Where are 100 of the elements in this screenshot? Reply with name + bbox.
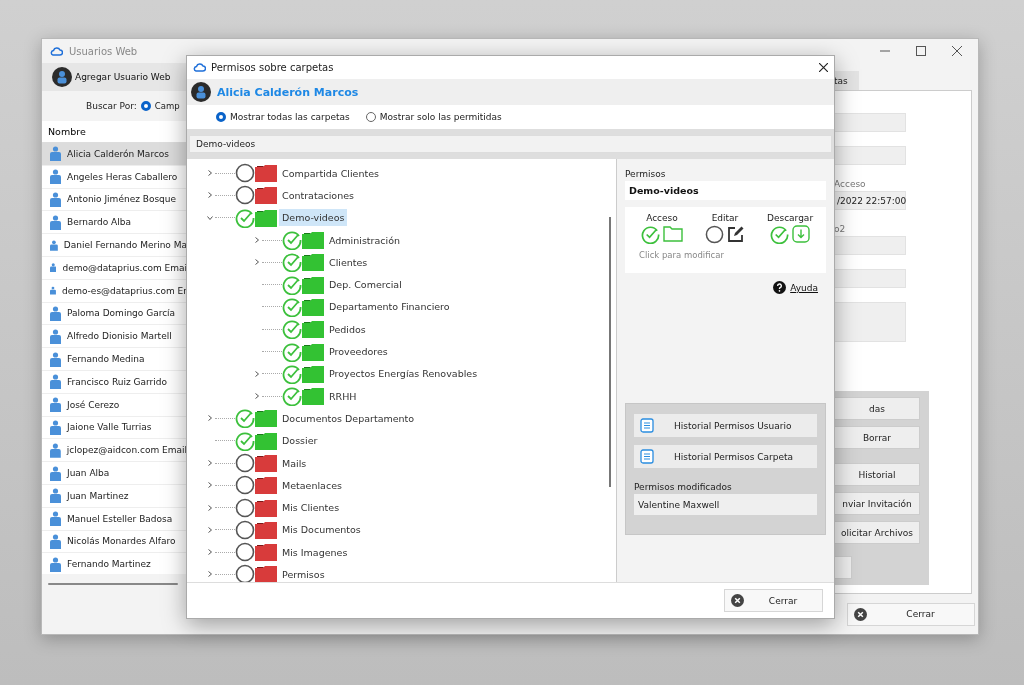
action-button[interactable]: Borrar [834, 426, 920, 449]
action-button[interactable]: nviar Invitación [834, 492, 920, 515]
check-circle-icon[interactable] [235, 408, 255, 429]
chevron-right-icon[interactable] [207, 526, 213, 533]
avatar-icon [52, 67, 72, 87]
folder-label[interactable]: Proveedores [326, 343, 391, 360]
tab[interactable]: tas [834, 71, 859, 90]
person-icon [50, 556, 61, 572]
action-button[interactable]: olicitar Archivos [834, 521, 920, 544]
path-field[interactable]: Demo-videos [189, 135, 832, 153]
chevron-right-icon[interactable] [207, 504, 213, 511]
folder-icon [255, 454, 277, 472]
chevron-down-icon[interactable] [207, 214, 213, 221]
input-field[interactable]: /2022 22:57:00 [834, 191, 906, 210]
empty-circle-icon[interactable] [235, 542, 255, 563]
maximize-icon[interactable] [916, 46, 926, 56]
person-icon [50, 146, 61, 162]
hint-text: Click para modificar [638, 250, 725, 260]
field-label: Acceso [834, 179, 867, 189]
scrollbar[interactable] [48, 583, 178, 585]
folder-label[interactable]: Administración [326, 231, 403, 249]
chevron-right-icon[interactable] [254, 393, 260, 400]
help-icon[interactable] [773, 281, 787, 294]
folder-label[interactable]: Clientes [326, 253, 371, 271]
chevron-right-icon[interactable] [254, 370, 260, 377]
input-field[interactable] [834, 113, 906, 132]
folder-label[interactable]: Departamento Financiero [326, 298, 453, 316]
action-button[interactable]: Historial [834, 463, 920, 486]
search-radio[interactable]: Camp [140, 101, 180, 111]
chevron-right-icon[interactable] [207, 482, 213, 489]
chevron-right-icon[interactable] [207, 549, 213, 556]
folder-label[interactable]: Mis Clientes [279, 499, 343, 517]
help-link[interactable]: Ayuda [790, 282, 818, 293]
chevron-right-icon[interactable] [254, 259, 260, 266]
history-button[interactable]: Historial Permisos Usuario [634, 414, 817, 437]
check-circle-icon[interactable] [641, 225, 660, 244]
chevron-right-icon[interactable] [207, 192, 213, 199]
empty-circle-icon[interactable] [235, 185, 255, 206]
check-circle-icon[interactable] [282, 252, 302, 273]
close-button[interactable]: Cerrar [847, 602, 975, 626]
check-circle-icon[interactable] [770, 225, 790, 244]
check-circle-icon[interactable] [235, 207, 255, 228]
input-field[interactable] [834, 269, 906, 288]
check-circle-icon[interactable] [235, 430, 255, 451]
filter-radio[interactable]: Mostrar solo las permitidas [365, 112, 502, 122]
person-icon [50, 442, 61, 458]
person-icon [50, 533, 61, 549]
close-button[interactable]: Cerrar [724, 589, 823, 612]
input-field[interactable]: Valentine Maxwell [634, 494, 817, 515]
check-circle-icon[interactable] [282, 319, 302, 340]
action-button[interactable]: das [834, 397, 920, 420]
folder-icon [255, 543, 277, 562]
person-icon [50, 192, 61, 207]
check-circle-icon[interactable] [282, 296, 302, 317]
check-circle-icon[interactable] [282, 230, 302, 251]
scrollbar[interactable] [609, 217, 611, 487]
empty-circle-icon[interactable] [235, 519, 255, 540]
dialog-title: Permisos sobre carpetas [211, 62, 335, 73]
chevron-right-icon[interactable] [207, 415, 213, 422]
folder-label[interactable]: Compartida Clientes [279, 164, 382, 182]
folder-label[interactable]: Mails [279, 454, 310, 472]
folder-label[interactable]: Contrataciones [279, 186, 357, 204]
folder-icon [255, 409, 277, 428]
folder-label[interactable]: Mis Documentos [279, 521, 364, 539]
folder-icon [255, 164, 277, 183]
folder-icon [302, 320, 324, 339]
folder-label[interactable]: Dossier [279, 432, 321, 450]
empty-circle-icon[interactable] [235, 475, 255, 496]
empty-circle-icon[interactable] [235, 497, 255, 518]
edit-icon [727, 225, 745, 243]
folder-label[interactable]: Proyectos Energías Renovables [326, 365, 481, 383]
folder-label[interactable]: Dep. Comercial [326, 276, 405, 294]
close-icon[interactable] [952, 46, 962, 56]
input-field[interactable] [834, 146, 906, 165]
history-button[interactable]: Historial Permisos Carpeta [634, 445, 817, 468]
folder-label[interactable]: Demo-videos [279, 209, 348, 227]
folder-label[interactable]: Mis Imagenes [279, 543, 351, 561]
check-circle-icon[interactable] [282, 274, 302, 295]
empty-circle-icon[interactable] [235, 163, 255, 184]
folder-icon [255, 186, 277, 205]
chevron-right-icon[interactable] [207, 460, 213, 466]
folder-label[interactable]: RRHH [326, 387, 360, 405]
folder-label[interactable]: Metaenlaces [279, 476, 345, 494]
person-icon [50, 511, 61, 527]
check-circle-icon[interactable] [282, 363, 302, 384]
check-circle-icon[interactable] [282, 341, 302, 362]
chevron-right-icon[interactable] [207, 571, 213, 578]
filter-radio[interactable]: Mostrar todas las carpetas [216, 112, 350, 122]
close-icon[interactable] [819, 63, 828, 72]
input-field[interactable] [834, 236, 906, 255]
person-icon [50, 397, 61, 413]
empty-circle-icon[interactable] [705, 225, 724, 244]
user-row[interactable]: Alicia Calderón Marcos [42, 143, 187, 166]
folder-icon [302, 364, 324, 383]
chevron-right-icon[interactable] [207, 170, 213, 177]
folder-label[interactable]: Pedidos [326, 320, 369, 338]
check-circle-icon[interactable] [282, 386, 302, 407]
chevron-right-icon[interactable] [254, 237, 260, 244]
folder-label[interactable]: Permisos [279, 566, 328, 582]
folder-label[interactable]: Documentos Departamento [279, 409, 418, 427]
